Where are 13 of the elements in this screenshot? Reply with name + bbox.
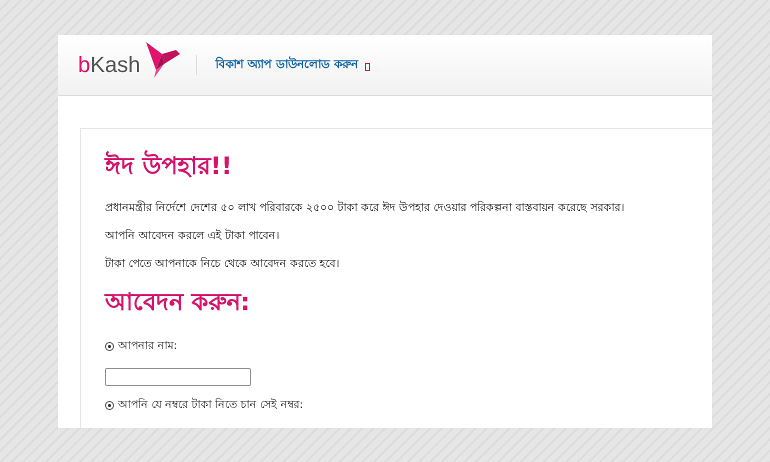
field-label: আপনার নাম: <box>118 338 178 354</box>
box-icon <box>364 63 370 71</box>
name-input-field[interactable] <box>105 368 251 386</box>
form-title: আবেদন করুন: <box>105 287 251 318</box>
paragraph: টাকা পেতে আপনাকে নিচে থেকে আবেদন করতে হবে। <box>105 256 340 272</box>
logo-text: bKash <box>78 54 140 76</box>
radio-button[interactable] <box>105 401 114 410</box>
field-label: আপনি যে নম্বরে টাকা নিতে চান সেই নম্বর: <box>118 396 304 413</box>
paragraph: আপনি আবেদন করলে এই টাকা পাবেন। <box>105 228 280 244</box>
paragraph: প্রধানমন্ত্রীর নির্দেশে দেশের ৫০ লাখ পরিবারকে ২৫০০ টাকা করে ঈদ উপহার দেওয়ার পরিকল্পনা বাস্তবায়ন করেছে সরকার। <box>105 200 626 216</box>
page-title: ঈদ উপহার!! <box>105 149 234 182</box>
download-link[interactable]: বিকাশ অ্যাপ ডাউনলোড করুন <box>215 55 358 75</box>
radio-button[interactable] <box>105 342 114 351</box>
